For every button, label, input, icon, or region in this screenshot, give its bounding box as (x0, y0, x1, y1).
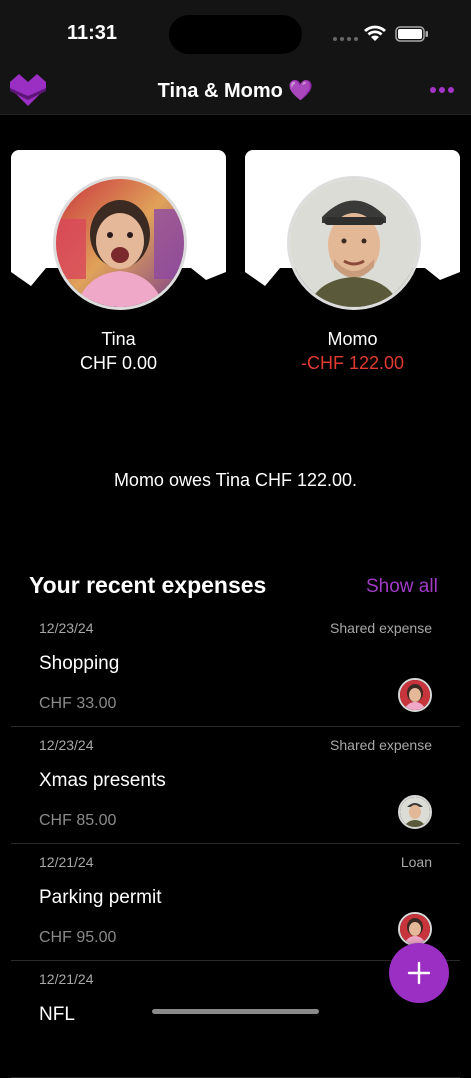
person-balance: CHF 0.00 (79, 353, 158, 373)
person-balance: -CHF 122.00 (300, 353, 405, 373)
expense-title: Xmas presents (39, 770, 166, 791)
person-card-tina[interactable]: Tina CHF 0.00 (11, 150, 226, 398)
expense-type: Loan (400, 854, 432, 870)
person-name: Momo (327, 329, 378, 349)
wifi-icon (364, 25, 386, 41)
expense-list: 12/23/24 Shared expense Shopping CHF 33.… (11, 610, 460, 1078)
avatar-tina (53, 176, 187, 310)
section-title: Your recent expenses (29, 572, 267, 598)
expense-item[interactable]: 12/21/24 Loan Parking permit CHF 95.00 (11, 844, 460, 961)
expense-amount: CHF 33.00 (39, 695, 117, 712)
payer-avatar (398, 795, 432, 829)
payer-avatar (398, 678, 432, 712)
person-name: Tina (101, 329, 136, 349)
expense-item[interactable]: 12/23/24 Shared expense Xmas presents CH… (11, 727, 460, 844)
avatar-momo (287, 176, 421, 310)
expense-date: 12/23/24 (39, 620, 94, 636)
expense-item[interactable]: 12/23/24 Shared expense Shopping CHF 33.… (11, 610, 460, 727)
plus-icon (407, 961, 431, 985)
expense-title: NFL (39, 1004, 75, 1025)
expense-title: Shopping (39, 653, 120, 674)
home-indicator[interactable] (152, 1009, 319, 1014)
signal-icon (333, 37, 358, 41)
app-header: Tina & Momo 💜 (0, 66, 471, 115)
battery-icon (395, 26, 428, 42)
expense-amount: CHF 85.00 (39, 812, 117, 829)
status-bar: 11:31 (0, 0, 471, 66)
expense-date: 12/21/24 (39, 971, 94, 987)
expense-title: Parking permit (39, 887, 162, 908)
more-icon[interactable] (426, 80, 458, 100)
dynamic-island (169, 15, 302, 54)
expense-type: Shared expense (330, 620, 432, 636)
header-title: Tina & Momo 💜 (157, 80, 314, 102)
person-card-momo[interactable]: Momo -CHF 122.00 (245, 150, 460, 398)
balance-summary: Momo owes Tina CHF 122.00. (113, 470, 358, 490)
add-expense-button[interactable] (389, 943, 449, 1003)
expense-date: 12/23/24 (39, 737, 94, 753)
status-time: 11:31 (67, 22, 118, 44)
payer-avatar (398, 912, 432, 946)
expense-type: Shared expense (330, 737, 432, 753)
expense-amount: CHF 95.00 (39, 929, 117, 946)
show-all-link[interactable]: Show all (366, 576, 438, 598)
expense-date: 12/21/24 (39, 854, 94, 870)
